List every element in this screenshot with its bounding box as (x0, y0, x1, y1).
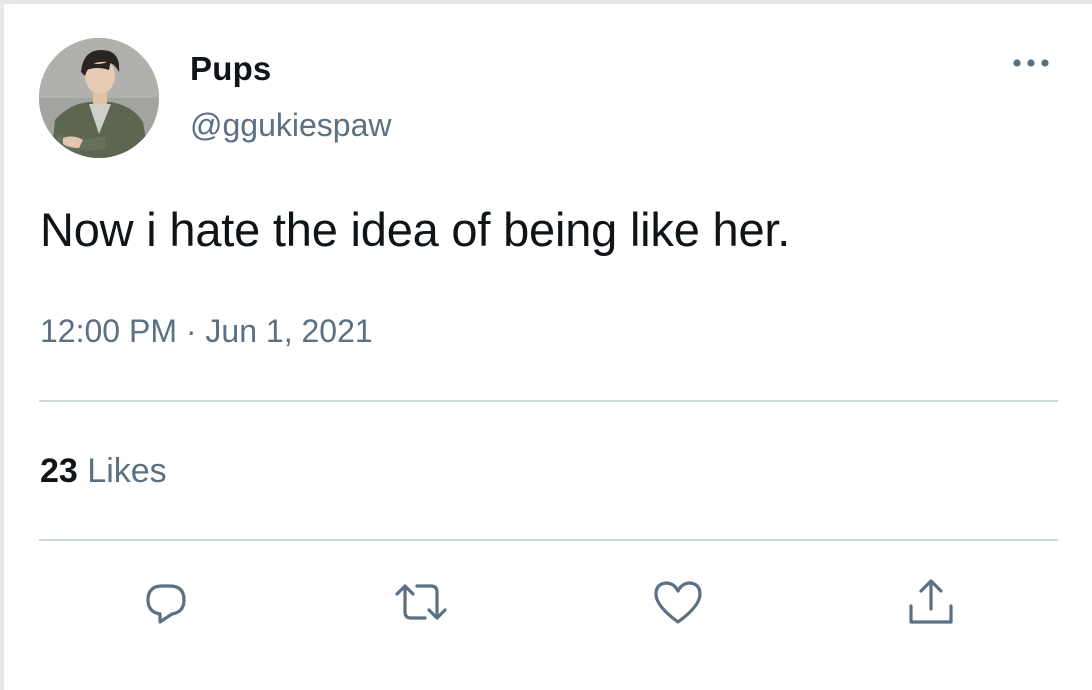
left-border (0, 0, 4, 690)
reply-button[interactable] (138, 574, 194, 630)
share-button[interactable] (903, 574, 959, 630)
avatar[interactable] (39, 38, 159, 158)
retweet-button[interactable] (393, 574, 449, 630)
divider-bottom (39, 539, 1058, 541)
divider-top (39, 400, 1058, 402)
like-button[interactable] (650, 574, 706, 630)
tweet-date: Jun 1, 2021 (205, 313, 373, 349)
meta-separator: · (185, 313, 197, 349)
likes-stat[interactable]: 23 Likes (40, 452, 167, 491)
likes-label: Likes (87, 452, 167, 490)
more-horizontal-icon (1013, 59, 1049, 67)
reply-icon (146, 584, 186, 624)
tweet-text: Now i hate the idea of being like her. (40, 203, 791, 256)
tweet-card: Pups @ggukiespaw Now i hate the idea of … (0, 0, 1092, 690)
top-border (0, 0, 1092, 4)
share-icon (909, 579, 953, 624)
heart-icon (654, 581, 702, 624)
author-display-name[interactable]: Pups (190, 50, 271, 88)
author-handle[interactable]: @ggukiespaw (190, 107, 391, 144)
avatar-photo (39, 38, 159, 158)
more-options-button[interactable] (1006, 50, 1056, 76)
tweet-time: 12:00 PM (40, 313, 177, 349)
tweet-timestamp[interactable]: 12:00 PM · Jun 1, 2021 (40, 313, 373, 350)
retweet-icon (395, 584, 447, 620)
likes-count: 23 (40, 452, 78, 490)
